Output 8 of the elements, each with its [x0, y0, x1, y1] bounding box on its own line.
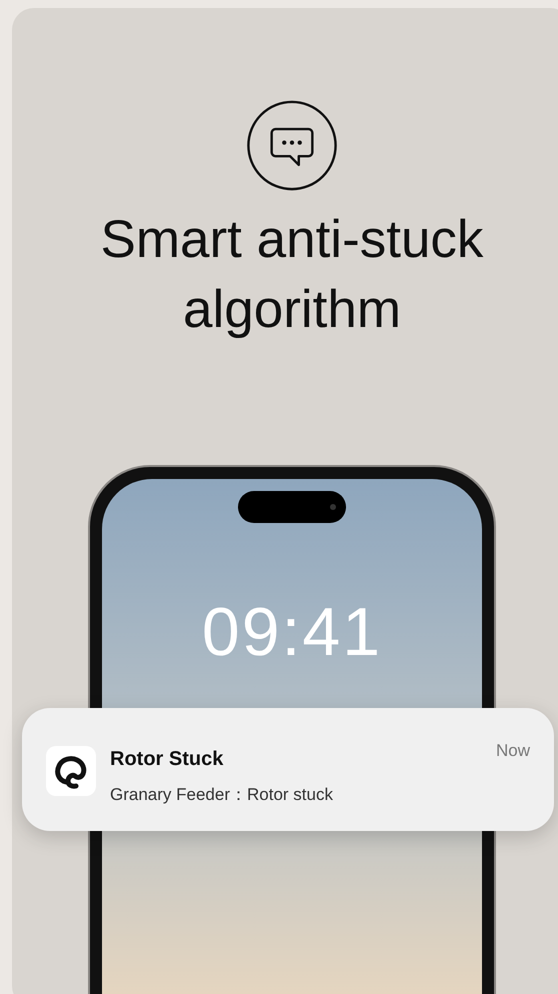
notification-card[interactable]: Rotor Stuck Granary Feeder：Rotor stuck Now [22, 708, 554, 831]
notification-message: Granary Feeder：Rotor stuck [110, 784, 334, 806]
app-logo-icon [46, 746, 96, 796]
notification-time: Now [496, 740, 530, 762]
chat-bubble-icon [245, 100, 339, 192]
headline: Smart anti-stuck algorithm [100, 209, 484, 342]
notification-title: Rotor Stuck [110, 747, 224, 772]
lock-screen-clock: 09:41 [202, 593, 382, 672]
